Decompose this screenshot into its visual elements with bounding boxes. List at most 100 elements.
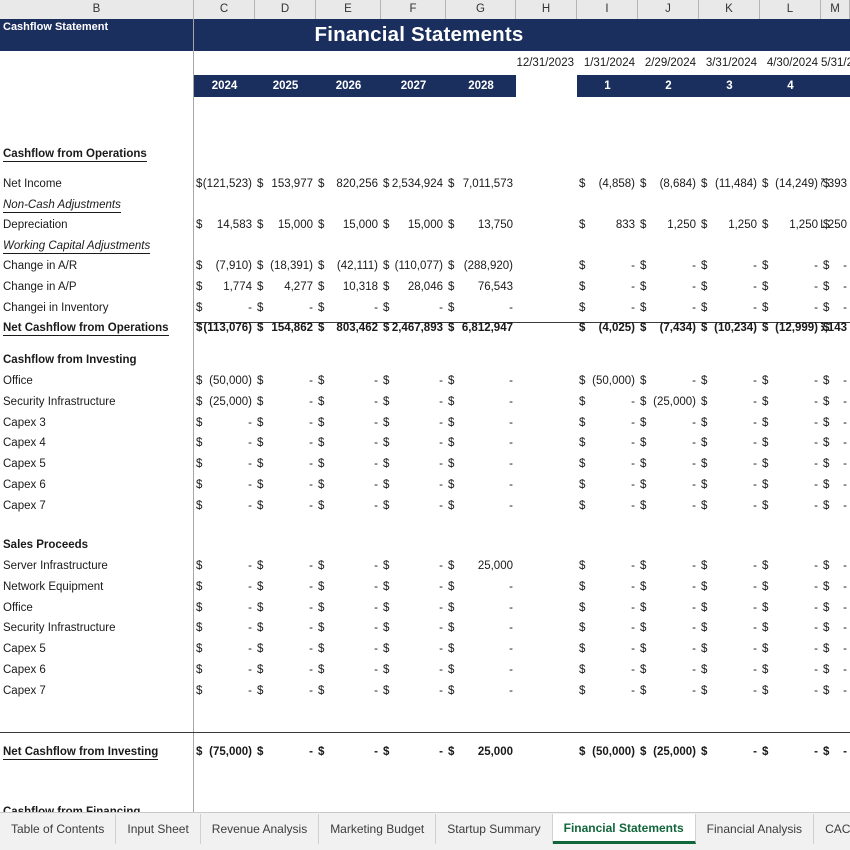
row-depreciation-f[interactable]: $15,000 — [381, 215, 446, 236]
row-sp-server-infrastructure-l[interactable]: $ - — [760, 556, 821, 577]
row-sp-security-infrastructure-e[interactable]: $ - — [316, 618, 381, 639]
row-sp-capex-6-d[interactable]: $ - — [255, 660, 316, 681]
row-inv-security-infrastructure-j[interactable]: $ (25,000) — [638, 392, 699, 413]
row-change-in-ap-d[interactable]: $4,277 — [255, 277, 316, 298]
column-header-j[interactable]: J — [638, 0, 699, 19]
row-sp-office-k[interactable]: $ - — [699, 598, 760, 619]
row-sp-capex-5-l[interactable]: $ - — [760, 639, 821, 660]
row-sp-capex-5-e[interactable]: $ - — [316, 639, 381, 660]
row-sp-server-infrastructure-g[interactable]: $25,000 — [446, 556, 516, 577]
row-change-in-inventory-f[interactable]: $ - — [381, 298, 446, 319]
row-depreciation-g[interactable]: $13,750 — [446, 215, 516, 236]
row-sp-network-equipment-g[interactable]: $ - — [446, 577, 516, 598]
row-inv-security-infrastructure-c[interactable]: $ (25,000) — [194, 392, 255, 413]
row-sp-network-equipment-d[interactable]: $ - — [255, 577, 316, 598]
row-inv-security-infrastructure-d[interactable]: $ - — [255, 392, 316, 413]
row-sp-office-i[interactable]: $ - — [577, 598, 638, 619]
row-net-income-g[interactable]: $7,011,573 — [446, 174, 516, 195]
total-inv-l[interactable]: $ - — [760, 742, 821, 763]
row-change-in-inventory-k[interactable]: $ - — [699, 298, 760, 319]
row-inv-office-k[interactable]: $ - — [699, 371, 760, 392]
column-header-e[interactable]: E — [316, 0, 381, 19]
row-inv-capex-7-m[interactable]: $ - — [821, 496, 850, 517]
row-sp-capex-7-j[interactable]: $ - — [638, 681, 699, 702]
column-header-k[interactable]: K — [699, 0, 760, 19]
sheet-tab-table-of-contents[interactable]: Table of Contents — [0, 814, 117, 844]
row-inv-office-m[interactable]: $ - — [821, 371, 850, 392]
sheet-tab-financial-analysis[interactable]: Financial Analysis — [695, 814, 815, 844]
row-change-in-ap-g[interactable]: $76,543 — [446, 277, 516, 298]
row-inv-capex-3-l[interactable]: $ - — [760, 413, 821, 434]
row-inv-capex-7-d[interactable]: $ - — [255, 496, 316, 517]
row-change-in-ar-l[interactable]: $ - — [760, 256, 821, 277]
row-sp-capex-5-c[interactable]: $ - — [194, 639, 255, 660]
row-sp-network-equipment-j[interactable]: $ - — [638, 577, 699, 598]
row-sp-security-infrastructure-m[interactable]: $ - — [821, 618, 850, 639]
row-change-in-ar-e[interactable]: $ (42,111) — [316, 256, 381, 277]
row-inv-capex-7-g[interactable]: $ - — [446, 496, 516, 517]
sheet-tab-input-sheet[interactable]: Input Sheet — [116, 814, 201, 844]
row-sp-network-equipment-e[interactable]: $ - — [316, 577, 381, 598]
row-sp-capex-7-f[interactable]: $ - — [381, 681, 446, 702]
row-sp-capex-7-m[interactable]: $ - — [821, 681, 850, 702]
row-inv-capex-7-k[interactable]: $ - — [699, 496, 760, 517]
row-inv-capex-3-g[interactable]: $ - — [446, 413, 516, 434]
total-ops-k[interactable]: $ (10,234) — [699, 318, 760, 339]
row-sp-security-infrastructure-k[interactable]: $ - — [699, 618, 760, 639]
row-net-income-c[interactable]: $ (121,523) — [194, 174, 255, 195]
row-inv-capex-5-j[interactable]: $ - — [638, 454, 699, 475]
sheet-tab-startup-summary[interactable]: Startup Summary — [436, 814, 553, 844]
row-sp-office-f[interactable]: $ - — [381, 598, 446, 619]
row-sp-network-equipment-l[interactable]: $ - — [760, 577, 821, 598]
row-inv-capex-5-f[interactable]: $ - — [381, 454, 446, 475]
total-inv-j[interactable]: $ (25,000) — [638, 742, 699, 763]
row-sp-capex-6-j[interactable]: $ - — [638, 660, 699, 681]
row-change-in-inventory-m[interactable]: $ - — [821, 298, 850, 319]
row-change-in-ar-j[interactable]: $ - — [638, 256, 699, 277]
row-inv-office-j[interactable]: $ - — [638, 371, 699, 392]
row-change-in-ar-i[interactable]: $ - — [577, 256, 638, 277]
row-depreciation-c[interactable]: $14,583 — [194, 215, 255, 236]
sheet-tab-bar[interactable]: Table of Contents Input Sheet Revenue Anal… — [0, 812, 850, 850]
row-sp-office-j[interactable]: $ - — [638, 598, 699, 619]
row-inv-security-infrastructure-f[interactable]: $ - — [381, 392, 446, 413]
row-sp-server-infrastructure-f[interactable]: $ - — [381, 556, 446, 577]
row-sp-capex-7-l[interactable]: $ - — [760, 681, 821, 702]
row-sp-network-equipment-c[interactable]: $ - — [194, 577, 255, 598]
row-inv-capex-5-i[interactable]: $ - — [577, 454, 638, 475]
row-inv-capex-4-i[interactable]: $ - — [577, 433, 638, 454]
row-change-in-inventory-g[interactable]: $ - — [446, 298, 516, 319]
row-sp-capex-6-c[interactable]: $ - — [194, 660, 255, 681]
row-change-in-inventory-i[interactable]: $ - — [577, 298, 638, 319]
row-sp-server-infrastructure-d[interactable]: $ - — [255, 556, 316, 577]
row-depreciation-e[interactable]: $15,000 — [316, 215, 381, 236]
row-sp-capex-5-m[interactable]: $ - — [821, 639, 850, 660]
column-header-f[interactable]: F — [381, 0, 446, 19]
row-sp-server-infrastructure-c[interactable]: $ - — [194, 556, 255, 577]
column-header-m[interactable]: M — [821, 0, 850, 19]
row-inv-capex-6-c[interactable]: $ - — [194, 475, 255, 496]
row-depreciation-m[interactable]: $1,250 — [821, 215, 850, 236]
row-inv-security-infrastructure-k[interactable]: $ - — [699, 392, 760, 413]
column-header-l[interactable]: L — [760, 0, 821, 19]
row-inv-capex-5-d[interactable]: $ - — [255, 454, 316, 475]
total-inv-e[interactable]: $ - — [316, 742, 381, 763]
row-inv-capex-6-e[interactable]: $ - — [316, 475, 381, 496]
row-inv-capex-5-e[interactable]: $ - — [316, 454, 381, 475]
row-sp-office-e[interactable]: $ - — [316, 598, 381, 619]
row-inv-capex-3-i[interactable]: $ - — [577, 413, 638, 434]
row-depreciation-d[interactable]: $15,000 — [255, 215, 316, 236]
row-inv-capex-7-l[interactable]: $ - — [760, 496, 821, 517]
row-change-in-inventory-c[interactable]: $ - — [194, 298, 255, 319]
row-inv-capex-5-l[interactable]: $ - — [760, 454, 821, 475]
row-inv-capex-6-i[interactable]: $ - — [577, 475, 638, 496]
row-sp-server-infrastructure-m[interactable]: $ - — [821, 556, 850, 577]
row-inv-security-infrastructure-m[interactable]: $ - — [821, 392, 850, 413]
row-sp-security-infrastructure-f[interactable]: $ - — [381, 618, 446, 639]
row-inv-capex-3-c[interactable]: $ - — [194, 413, 255, 434]
row-change-in-ap-k[interactable]: $ - — [699, 277, 760, 298]
row-change-in-inventory-l[interactable]: $ - — [760, 298, 821, 319]
sheet-tab-revenue-analysis[interactable]: Revenue Analysis — [200, 814, 320, 844]
row-inv-capex-4-k[interactable]: $ - — [699, 433, 760, 454]
column-header-i[interactable]: I — [577, 0, 638, 19]
